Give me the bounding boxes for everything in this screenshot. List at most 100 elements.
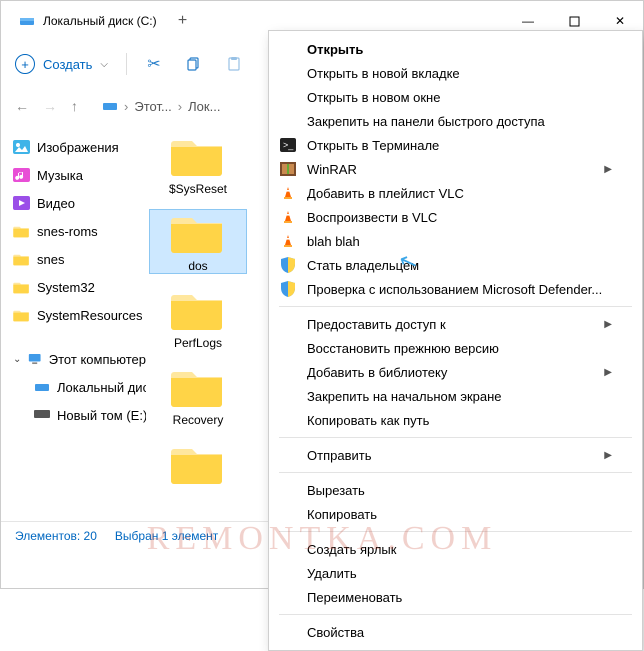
blank-icon [279,112,297,130]
blank-icon [279,623,297,641]
sidebar-item-label: Музыка [37,168,83,183]
blank-icon [279,40,297,58]
back-button[interactable]: ← [15,98,29,114]
toolbar-actions: ✂ [145,55,243,73]
context-menu-item[interactable]: Добавить в плейлист VLC [269,181,642,205]
blank-icon [279,588,297,606]
breadcrumb-seg[interactable]: Лок... [188,99,220,114]
folder-icon [13,223,30,240]
context-menu-item[interactable]: Открыть [269,37,642,61]
up-button[interactable]: ↑ [71,98,78,114]
shield-icon [279,280,297,298]
folder-tile[interactable]: dos [150,210,246,273]
context-menu-label: Добавить в библиотеку [307,365,447,380]
vlc-icon [279,184,297,202]
context-menu-item[interactable]: Открыть в новой вкладке [269,61,642,85]
sidebar-item[interactable]: Видео [13,189,146,217]
context-menu-label: Создать ярлык [307,542,396,557]
new-button-label: Создать [43,57,92,72]
sidebar-item-label: System32 [37,280,95,295]
separator [126,53,127,75]
context-menu-item[interactable]: blah blah [269,229,642,253]
context-menu-label: Предоставить доступ к [307,317,446,332]
context-menu-item[interactable]: Добавить в библиотеку▶ [269,360,642,384]
folder-name: dos [188,259,207,273]
tree-child[interactable]: Новый том (E:) [13,401,146,429]
context-menu-label: Копировать как путь [307,413,429,428]
context-menu-item[interactable]: Воспроизвести в VLC [269,205,642,229]
context-menu-item[interactable]: Открыть в новом окне [269,85,642,109]
new-tab-button[interactable]: + [167,12,199,30]
folder-icon [13,195,30,212]
context-menu-item[interactable]: Проверка с использованием Microsoft Defe… [269,277,642,301]
context-menu-label: Открыть в Терминале [307,138,439,153]
context-menu-item[interactable]: Восстановить прежнюю версию [269,336,642,360]
blank-icon [279,564,297,582]
maximize-icon [569,16,580,27]
context-menu-label: Свойства [307,625,364,640]
context-menu-label: Закрепить на панели быстрого доступа [307,114,545,129]
folder-icon [13,167,30,184]
window-tab[interactable]: Локальный диск (C:) [9,9,167,33]
chevron-down-icon: ⌵ [100,59,108,70]
separator [279,531,632,532]
context-menu-item[interactable]: WinRAR▶ [269,157,642,181]
sidebar-item-label: snes [37,252,64,267]
forward-button[interactable]: → [43,98,57,114]
breadcrumb[interactable]: › Этот... › Лок... [102,98,220,114]
new-button[interactable]: + Создать ⌵ [15,54,108,74]
context-menu-item[interactable]: Свойства [269,620,642,644]
cut-icon[interactable]: ✂ [145,55,163,73]
sidebar-item[interactable]: snes-roms [13,217,146,245]
sidebar-item[interactable]: snes [13,245,146,273]
folder-icon [13,279,30,296]
context-menu-item[interactable]: Копировать [269,502,642,526]
blank-icon [279,339,297,357]
context-menu-item[interactable]: Закрепить на панели быстрого доступа [269,109,642,133]
context-menu-label: Открыть [307,42,363,57]
separator [279,472,632,473]
sidebar-item[interactable]: SystemResources [13,301,146,329]
folder-icon [170,287,226,331]
plus-icon: + [15,54,35,74]
context-menu-label: Удалить [307,566,357,581]
breadcrumb-seg[interactable]: Этот... [134,99,171,114]
context-menu-item[interactable]: Копировать как путь [269,408,642,432]
paste-icon[interactable] [225,55,243,73]
context-menu-item[interactable]: Стать владельцем [269,253,642,277]
sidebar-item[interactable]: System32 [13,273,146,301]
context-menu-label: Открыть в новом окне [307,90,440,105]
blank-icon [279,446,297,464]
tree-root[interactable]: ⌄Этот компьютер [13,345,146,373]
context-menu-item[interactable]: Вырезать [269,478,642,502]
folder-tile[interactable]: Recovery [150,364,246,427]
folder-tile[interactable]: $SysReset [150,133,246,196]
chevron-down-icon[interactable]: ⌄ [13,354,21,365]
drive-icon [33,379,50,396]
folder-icon [13,139,30,156]
context-menu-item[interactable]: Удалить [269,561,642,585]
pc-icon [28,352,41,366]
copy-icon[interactable] [185,55,203,73]
selection-count: Выбран 1 элемент [115,529,218,543]
folder-icon [170,364,226,408]
folder-tile[interactable]: PerfLogs [150,287,246,350]
context-menu-label: Вырезать [307,483,365,498]
context-menu-item[interactable]: Создать ярлык [269,537,642,561]
folder-name: Recovery [173,413,224,427]
context-menu: Открыть Открыть в новой вкладке Открыть в … [268,30,643,651]
context-menu-item[interactable]: Отправить▶ [269,443,642,467]
folder-tile[interactable] [150,441,246,485]
blank-icon [279,64,297,82]
separator [279,437,632,438]
sidebar-item[interactable]: Музыка [13,161,146,189]
tree-child-label: Локальный диск [57,380,146,395]
context-menu-item[interactable]: Закрепить на начальном экране [269,384,642,408]
context-menu-item[interactable]: >_Открыть в Терминале [269,133,642,157]
tree-child[interactable]: Локальный диск [13,373,146,401]
folder-icon [170,210,226,254]
context-menu-item[interactable]: Предоставить доступ к▶ [269,312,642,336]
sidebar-item[interactable]: Изображения [13,133,146,161]
folder-name: PerfLogs [174,336,222,350]
item-count: Элементов: 20 [15,529,97,543]
